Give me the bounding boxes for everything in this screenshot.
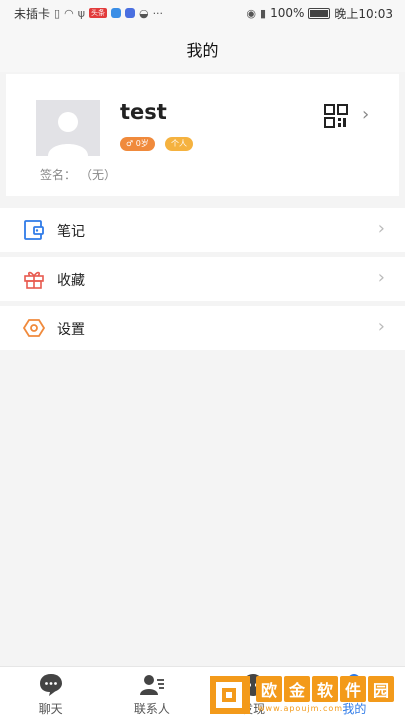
menu-label: 笔记 [57, 224, 85, 240]
watermark-char: 件 [340, 676, 366, 702]
battery-icon [308, 7, 331, 19]
battery-percent: 100% [270, 6, 305, 20]
watermark: 欧 金 软 件 园 www.apoujm.com [208, 672, 400, 718]
eye-icon: ◉ [246, 6, 257, 20]
settings-icon [23, 319, 45, 337]
usb-icon: ψ [77, 6, 85, 20]
signature-value: （无） [80, 168, 117, 182]
account-type-tag: 个人 [165, 137, 193, 151]
gift-icon [24, 271, 44, 289]
watermark-text: 欧 金 软 件 园 [256, 676, 394, 702]
username: test [120, 100, 167, 124]
page-title: 我的 [186, 41, 219, 60]
wifi-icon: ◠ [64, 6, 74, 20]
more-icon: ··· [152, 6, 164, 20]
default-avatar-icon [36, 100, 100, 156]
nav-label: 聊天 [38, 702, 63, 716]
watermark-char: 金 [284, 676, 310, 702]
status-right: ◉ ▮ 100% 晚上10:03 [246, 5, 393, 22]
menu-label: 收藏 [57, 273, 85, 289]
watermark-char: 软 [312, 676, 338, 702]
age-gender-tag: ♂ 0岁 [120, 137, 155, 151]
chevron-right-icon: › [377, 316, 385, 337]
clock: 晚上10:03 [334, 6, 393, 21]
news-badge: 头条 [88, 8, 107, 18]
nav-label: 联系人 [133, 702, 170, 716]
user-notification-icon: ◒ [138, 6, 149, 20]
chevron-right-icon[interactable]: › [362, 104, 369, 125]
menu-item-favorites[interactable]: 收藏 › [0, 257, 405, 301]
profile-card[interactable]: test ♂ 0岁 个人 签名： （无） › [6, 74, 399, 196]
contacts-icon [139, 675, 164, 695]
watermark-url: www.apoujm.com [258, 704, 344, 713]
menu-item-settings[interactable]: 设置 › [0, 306, 405, 350]
avatar[interactable] [36, 100, 100, 156]
signature-label: 签名： [40, 168, 77, 182]
vibrate-icon: ▮ [260, 6, 267, 20]
watermark-char: 园 [368, 676, 394, 702]
chevron-right-icon: › [377, 267, 385, 288]
nav-tab-chat[interactable]: 聊天 [0, 667, 101, 720]
signature-row: 签名： （无） [40, 166, 116, 183]
notebook-icon [24, 220, 44, 240]
chat-bubble-icon [39, 674, 62, 696]
sim-icon: ▯ [54, 6, 61, 20]
page-header: 我的 [0, 26, 405, 72]
status-left: 未插卡 ▯ ◠ ψ 头条 ◒ ··· [14, 5, 163, 22]
nav-tab-contacts[interactable]: 联系人 [101, 667, 202, 720]
watermark-logo-icon [210, 676, 250, 714]
chevron-right-icon: › [377, 218, 385, 239]
menu-label: 设置 [57, 322, 85, 338]
menu-item-notes[interactable]: 笔记 › [0, 208, 405, 252]
qr-code-icon[interactable] [324, 104, 348, 128]
status-bar: 未插卡 ▯ ◠ ψ 头条 ◒ ··· ◉ ▮ 100% 晚上10:03 [0, 0, 405, 26]
app-notification-icon [124, 8, 135, 18]
carrier-text: 未插卡 [14, 6, 51, 21]
app-notification-icon [110, 8, 121, 18]
watermark-char: 欧 [256, 676, 282, 702]
